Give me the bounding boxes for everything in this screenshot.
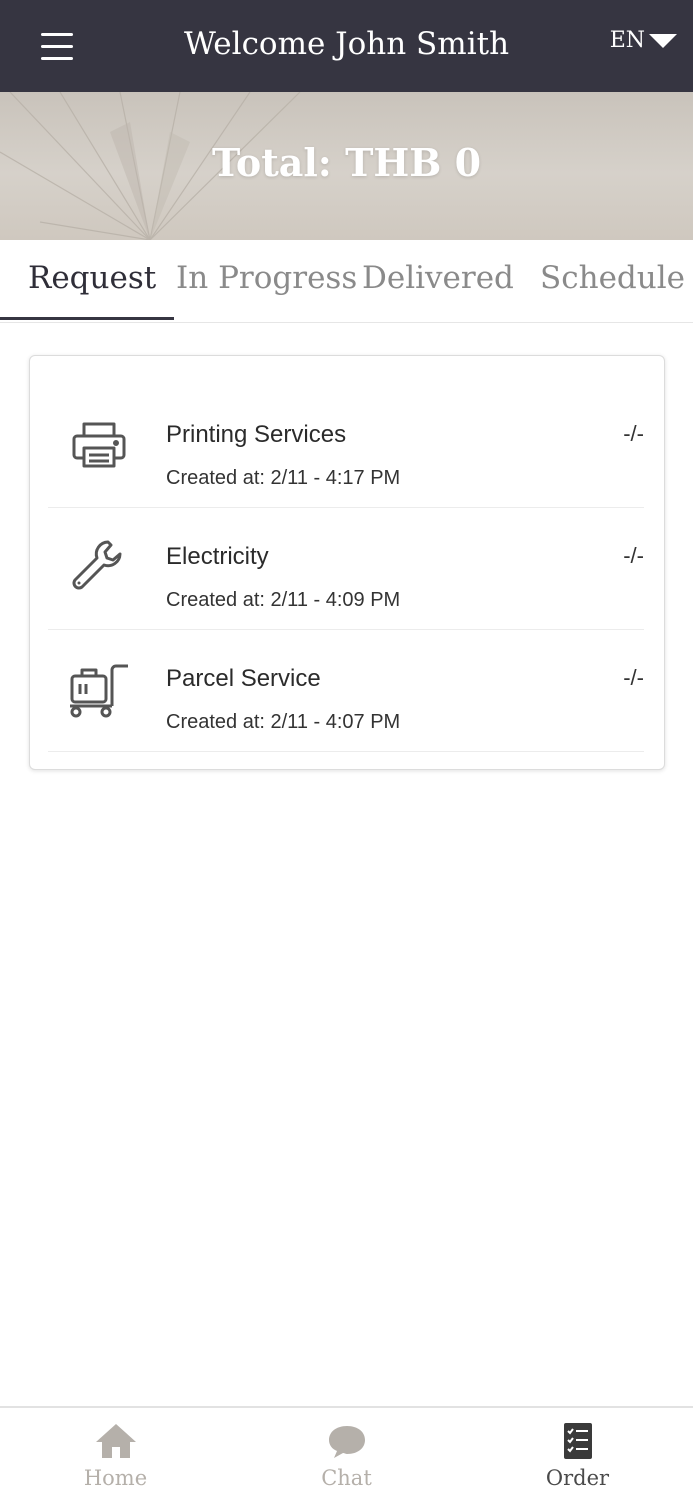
nav-order-label: Order [545,1466,610,1490]
tab-in-progress[interactable]: In Progress [176,260,357,296]
app-header: Welcome John Smith EN [0,0,693,92]
request-price: -/- [623,543,644,568]
language-selector[interactable]: EN [610,28,677,53]
wrench-icon [72,540,122,590]
tab-delivered[interactable]: Delivered [362,260,514,296]
nav-chat-label: Chat [321,1466,372,1490]
request-price: -/- [623,665,644,690]
welcome-title: Welcome John Smith [183,26,510,62]
tab-schedule[interactable]: Schedule [540,260,685,296]
printer-icon [72,422,126,468]
request-title: Electricity [166,543,269,570]
active-tab-indicator [0,317,174,320]
chat-icon [328,1426,365,1458]
request-title: Printing Services [166,421,347,448]
total-amount: Total: THB 0 [211,140,482,185]
bottom-navigation: Home Chat Order [0,1406,693,1502]
list-item[interactable]: Parcel Service Created at: 2/11 - 4:07 P… [48,630,644,752]
home-icon [95,1424,136,1458]
language-label: EN [609,28,645,53]
luggage-cart-icon [70,664,128,718]
request-created-at: Created at: 2/11 - 4:17 PM [166,467,401,489]
request-list-card: Printing Services Created at: 2/11 - 4:1… [29,355,665,770]
caret-down-icon [649,33,677,48]
hamburger-menu-icon[interactable] [38,30,76,64]
nav-home-label: Home [83,1466,148,1490]
request-price: -/- [623,421,644,446]
order-icon [563,1423,592,1459]
total-banner: Total: THB 0 [0,92,693,240]
tab-request[interactable]: Request [28,260,156,296]
request-created-at: Created at: 2/11 - 4:09 PM [166,589,401,611]
list-item[interactable]: Printing Services Created at: 2/11 - 4:1… [48,386,644,508]
request-created-at: Created at: 2/11 - 4:07 PM [166,711,401,733]
nav-chat[interactable]: Chat [231,1408,462,1502]
order-tabs: Request In Progress Delivered Schedule [0,240,693,323]
nav-home[interactable]: Home [0,1408,231,1502]
nav-order[interactable]: Order [462,1408,693,1502]
request-title: Parcel Service [166,665,321,692]
list-item[interactable]: Electricity Created at: 2/11 - 4:09 PM -… [48,508,644,630]
